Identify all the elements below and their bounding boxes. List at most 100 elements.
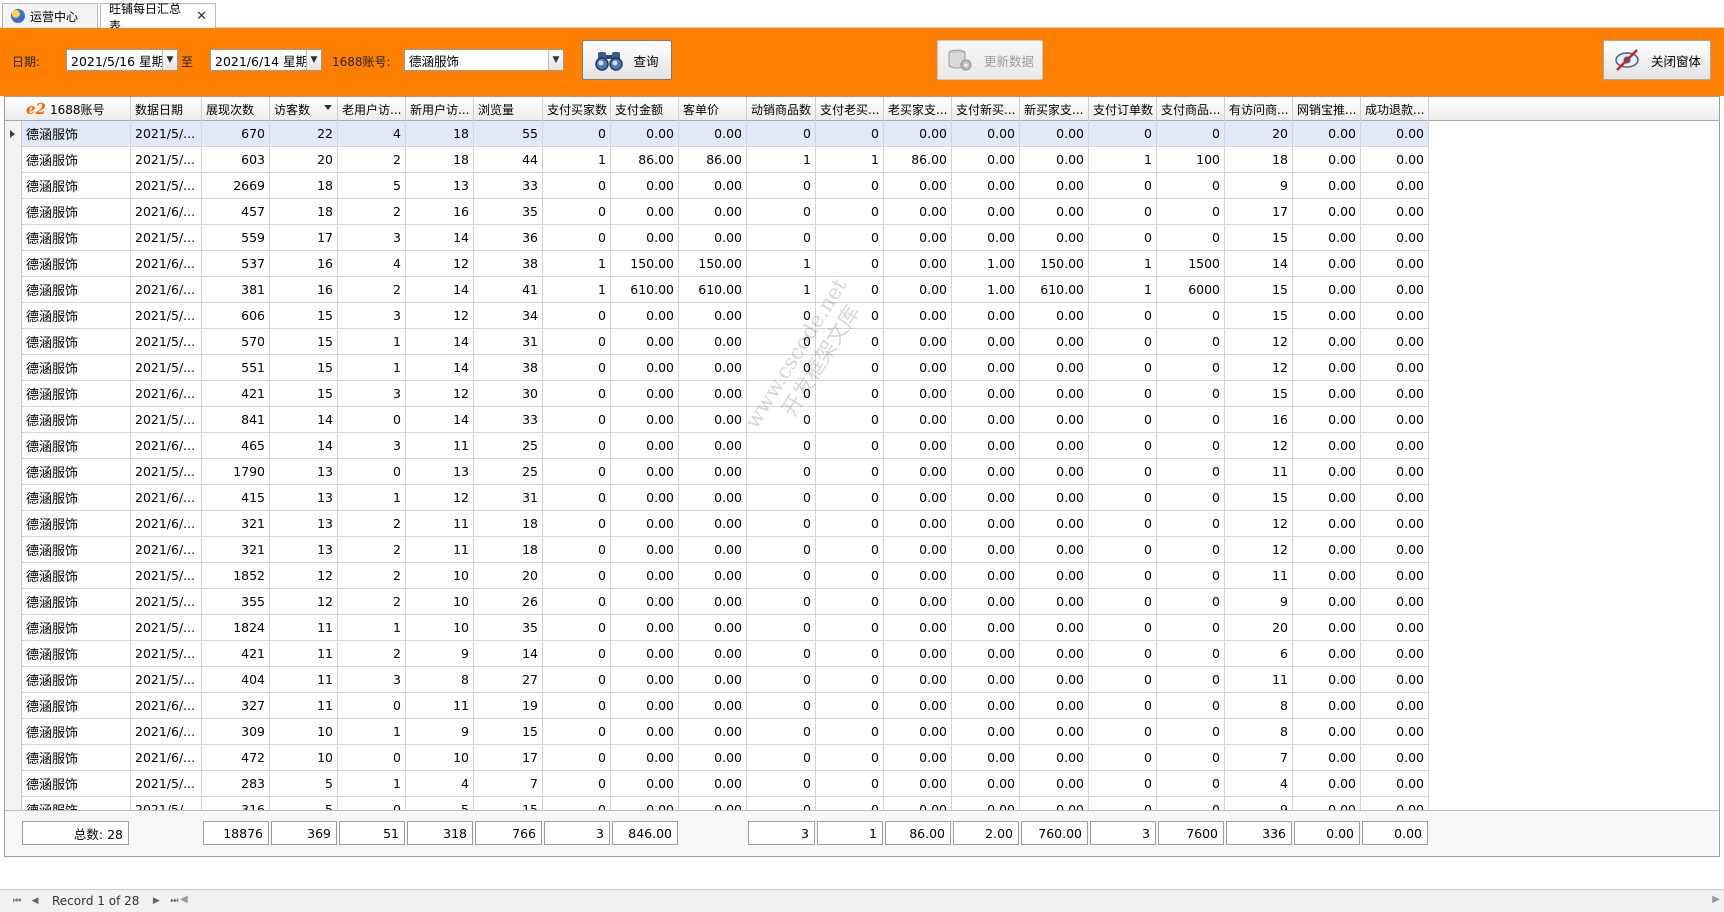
cell-promo[interactable]: 0.00 bbox=[1293, 719, 1361, 745]
cell-visited_items[interactable]: 12 bbox=[1225, 355, 1293, 381]
cell-date[interactable]: 2021/5/... bbox=[131, 459, 202, 485]
cell-pay_old[interactable]: 0 bbox=[816, 667, 884, 693]
column-header-new_pay_amt[interactable]: 新买家支... bbox=[1020, 97, 1089, 121]
cell-new_visitors[interactable]: 11 bbox=[406, 511, 474, 537]
cell-pay_new[interactable]: 0.00 bbox=[952, 303, 1020, 329]
cell-date[interactable]: 2021/6/... bbox=[131, 537, 202, 563]
cell-new_visitors[interactable]: 14 bbox=[406, 355, 474, 381]
cell-old_visitors[interactable]: 0 bbox=[338, 693, 406, 719]
table-row[interactable]: 德涵服饰 2021/6/... 321 13 2 11 18 0 0.00 0.00 0 0 0.00 0… bbox=[5, 511, 1719, 537]
cell-pay_orders[interactable]: 1 bbox=[1089, 251, 1157, 277]
cell-pay_items[interactable]: 0 bbox=[1157, 719, 1225, 745]
cell-pay_items[interactable]: 0 bbox=[1157, 303, 1225, 329]
cell-impressions[interactable]: 670 bbox=[202, 121, 270, 147]
column-header-pay_new[interactable]: 支付新买... bbox=[952, 97, 1020, 121]
cell-new_visitors[interactable]: 10 bbox=[406, 745, 474, 771]
cell-new_visitors[interactable]: 13 bbox=[406, 173, 474, 199]
cell-refund[interactable]: 0.00 bbox=[1361, 121, 1429, 147]
cell-pay_amount[interactable]: 0.00 bbox=[611, 121, 679, 147]
cell-visitors[interactable]: 15 bbox=[270, 303, 338, 329]
cell-old_pay_amt[interactable]: 0.00 bbox=[884, 173, 952, 199]
cell-pay_orders[interactable]: 0 bbox=[1089, 641, 1157, 667]
cell-avg_price[interactable]: 0.00 bbox=[679, 719, 747, 745]
cell-promo[interactable]: 0.00 bbox=[1293, 433, 1361, 459]
cell-pay_orders[interactable]: 0 bbox=[1089, 329, 1157, 355]
cell-old_visitors[interactable]: 4 bbox=[338, 251, 406, 277]
cell-account[interactable]: 德涵服饰 bbox=[22, 355, 131, 381]
cell-new_pay_amt[interactable]: 0.00 bbox=[1020, 719, 1089, 745]
cell-date[interactable]: 2021/6/... bbox=[131, 693, 202, 719]
cell-promo[interactable]: 0.00 bbox=[1293, 277, 1361, 303]
cell-visitors[interactable]: 11 bbox=[270, 693, 338, 719]
cell-moving_items[interactable]: 0 bbox=[747, 303, 816, 329]
cell-date[interactable]: 2021/5/... bbox=[131, 667, 202, 693]
cell-pay_buyers[interactable]: 0 bbox=[543, 537, 611, 563]
cell-new_pay_amt[interactable]: 0.00 bbox=[1020, 407, 1089, 433]
cell-pay_new[interactable]: 0.00 bbox=[952, 485, 1020, 511]
cell-pay_amount[interactable]: 0.00 bbox=[611, 381, 679, 407]
cell-old_visitors[interactable]: 0 bbox=[338, 745, 406, 771]
cell-views[interactable]: 14 bbox=[474, 641, 543, 667]
cell-views[interactable]: 41 bbox=[474, 277, 543, 303]
cell-pay_buyers[interactable]: 0 bbox=[543, 771, 611, 797]
cell-new_visitors[interactable]: 8 bbox=[406, 667, 474, 693]
cell-account[interactable]: 德涵服饰 bbox=[22, 719, 131, 745]
cell-moving_items[interactable]: 0 bbox=[747, 225, 816, 251]
cell-pay_orders[interactable]: 0 bbox=[1089, 537, 1157, 563]
cell-date[interactable]: 2021/6/... bbox=[131, 277, 202, 303]
cell-visitors[interactable]: 15 bbox=[270, 355, 338, 381]
column-header-pay_amount[interactable]: 支付金额 bbox=[611, 97, 679, 121]
cell-refund[interactable]: 0.00 bbox=[1361, 589, 1429, 615]
cell-account[interactable]: 德涵服饰 bbox=[22, 147, 131, 173]
sort-desc-icon[interactable] bbox=[324, 105, 332, 110]
cell-impressions[interactable]: 606 bbox=[202, 303, 270, 329]
cell-promo[interactable]: 0.00 bbox=[1293, 615, 1361, 641]
cell-old_pay_amt[interactable]: 0.00 bbox=[884, 329, 952, 355]
cell-account[interactable]: 德涵服饰 bbox=[22, 225, 131, 251]
cell-refund[interactable]: 0.00 bbox=[1361, 667, 1429, 693]
cell-visited_items[interactable]: 18 bbox=[1225, 147, 1293, 173]
cell-pay_old[interactable]: 0 bbox=[816, 537, 884, 563]
cell-impressions[interactable]: 559 bbox=[202, 225, 270, 251]
cell-pay_new[interactable]: 0.00 bbox=[952, 615, 1020, 641]
cell-avg_price[interactable]: 0.00 bbox=[679, 407, 747, 433]
cell-old_pay_amt[interactable]: 0.00 bbox=[884, 745, 952, 771]
cell-pay_items[interactable]: 0 bbox=[1157, 381, 1225, 407]
column-header-visited_items[interactable]: 有访问商... bbox=[1225, 97, 1293, 121]
cell-refund[interactable]: 0.00 bbox=[1361, 693, 1429, 719]
cell-refund[interactable]: 0.00 bbox=[1361, 251, 1429, 277]
cell-date[interactable]: 2021/5/... bbox=[131, 771, 202, 797]
cell-new_pay_amt[interactable]: 0.00 bbox=[1020, 693, 1089, 719]
cell-pay_old[interactable]: 0 bbox=[816, 563, 884, 589]
table-row[interactable]: 德涵服饰 2021/5/... 404 11 3 8 27 0 0.00 0.00 0 0 0.00 0.… bbox=[5, 667, 1719, 693]
cell-old_pay_amt[interactable]: 0.00 bbox=[884, 355, 952, 381]
table-row[interactable]: 德涵服饰 2021/5/... 283 5 1 4 7 0 0.00 0.00 0 0 0.00 0.00… bbox=[5, 771, 1719, 797]
cell-views[interactable]: 34 bbox=[474, 303, 543, 329]
cell-old_pay_amt[interactable]: 0.00 bbox=[884, 277, 952, 303]
cell-promo[interactable]: 0.00 bbox=[1293, 407, 1361, 433]
next-record-icon[interactable]: ▶ bbox=[149, 894, 163, 908]
cell-visitors[interactable]: 15 bbox=[270, 381, 338, 407]
cell-views[interactable]: 27 bbox=[474, 667, 543, 693]
cell-pay_old[interactable]: 0 bbox=[816, 381, 884, 407]
cell-pay_old[interactable]: 0 bbox=[816, 303, 884, 329]
cell-pay_buyers[interactable]: 0 bbox=[543, 589, 611, 615]
cell-pay_amount[interactable]: 0.00 bbox=[611, 745, 679, 771]
column-header-pay_orders[interactable]: 支付订单数 bbox=[1089, 97, 1157, 121]
cell-pay_buyers[interactable]: 0 bbox=[543, 381, 611, 407]
cell-views[interactable]: 18 bbox=[474, 511, 543, 537]
table-row[interactable]: 德涵服饰 2021/5/... 355 12 2 10 26 0 0.00 0.00 0 0 0.00 0… bbox=[5, 589, 1719, 615]
cell-moving_items[interactable]: 1 bbox=[747, 251, 816, 277]
cell-pay_new[interactable]: 0.00 bbox=[952, 667, 1020, 693]
update-data-button[interactable]: 更新数据 bbox=[937, 40, 1043, 80]
cell-date[interactable]: 2021/5/... bbox=[131, 173, 202, 199]
cell-pay_new[interactable]: 0.00 bbox=[952, 381, 1020, 407]
cell-pay_buyers[interactable]: 0 bbox=[543, 355, 611, 381]
cell-pay_new[interactable]: 0.00 bbox=[952, 355, 1020, 381]
cell-old_pay_amt[interactable]: 0.00 bbox=[884, 251, 952, 277]
cell-date[interactable]: 2021/5/... bbox=[131, 641, 202, 667]
cell-pay_buyers[interactable]: 0 bbox=[543, 433, 611, 459]
cell-pay_orders[interactable]: 0 bbox=[1089, 589, 1157, 615]
cell-new_pay_amt[interactable]: 0.00 bbox=[1020, 667, 1089, 693]
cell-pay_old[interactable]: 0 bbox=[816, 719, 884, 745]
